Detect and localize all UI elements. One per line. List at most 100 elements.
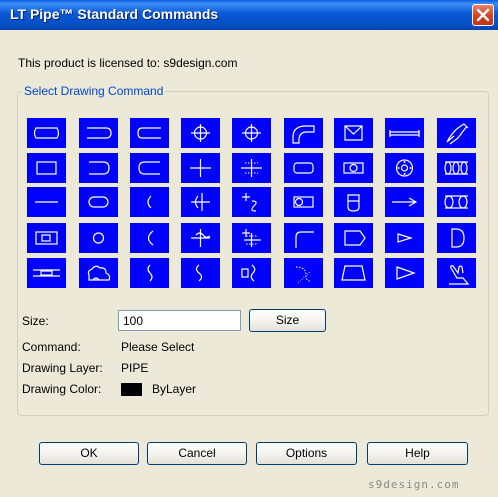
arc-large-icon — [147, 230, 154, 246]
command-button[interactable] — [385, 153, 424, 183]
half-circle-box-icon — [347, 194, 360, 212]
command-button[interactable] — [181, 223, 220, 253]
dialog-window: LT Pipe™ Standard Commands This product … — [0, 0, 498, 497]
command-button[interactable] — [437, 187, 476, 217]
drawing-color-label: Drawing Color: — [22, 382, 102, 396]
slot-icon — [88, 196, 109, 208]
pointer-arrow-icon — [396, 266, 416, 280]
command-button[interactable] — [79, 258, 118, 288]
command-button[interactable] — [79, 223, 118, 253]
multi-ring-icon — [444, 161, 468, 175]
command-button[interactable] — [79, 153, 118, 183]
pipe-run-icon — [389, 130, 420, 137]
command-button[interactable] — [27, 258, 66, 288]
drawing-color-value: ByLayer — [152, 382, 197, 396]
command-button[interactable] — [334, 118, 373, 148]
command-button[interactable] — [334, 258, 373, 288]
command-button[interactable] — [437, 118, 476, 148]
trapezoid-icon — [341, 265, 366, 281]
drawing-layer-label: Drawing Layer: — [22, 361, 103, 375]
rounded-rect-icon — [293, 162, 314, 174]
command-button[interactable] — [284, 223, 323, 253]
command-button[interactable] — [79, 118, 118, 148]
elbow-90-icon — [292, 125, 315, 144]
crosshair-circle-icon — [191, 124, 210, 142]
command-button[interactable] — [385, 258, 424, 288]
command-button[interactable] — [232, 187, 271, 217]
pipe-cap-icon — [87, 127, 112, 139]
command-button[interactable] — [181, 187, 220, 217]
help-button[interactable]: Help — [367, 442, 468, 465]
title-bar[interactable]: LT Pipe™ Standard Commands — [0, 0, 498, 30]
license-text: This product is licensed to: s9design.co… — [18, 56, 238, 70]
rectangle-icon — [36, 161, 57, 175]
small-arrow-icon — [397, 233, 414, 243]
close-icon — [476, 8, 490, 22]
double-ring-icon — [444, 195, 468, 209]
options-button[interactable]: Options — [256, 442, 357, 465]
pipe-with-ring-icon — [293, 196, 314, 208]
command-button[interactable] — [181, 118, 220, 148]
watermark: s9design.com — [368, 478, 460, 491]
crosshair-circle-icon — [242, 124, 261, 142]
size-label: Size: — [22, 314, 49, 328]
open-end-icon — [138, 161, 160, 175]
command-button[interactable] — [232, 223, 271, 253]
command-button[interactable] — [385, 187, 424, 217]
hand-icon — [449, 265, 470, 285]
command-button[interactable] — [232, 153, 271, 183]
command-button[interactable] — [130, 118, 169, 148]
command-button[interactable] — [130, 258, 169, 288]
squiggle-box-icon — [241, 264, 256, 282]
command-button[interactable] — [27, 153, 66, 183]
curved-pipe-end-icon — [33, 127, 60, 139]
command-group-label: Select Drawing Command — [22, 84, 166, 98]
cross-icon — [190, 159, 211, 177]
command-button[interactable] — [284, 153, 323, 183]
color-swatch[interactable] — [121, 383, 142, 396]
command-button[interactable] — [181, 153, 220, 183]
window-title: LT Pipe™ Standard Commands — [10, 6, 219, 22]
size-input[interactable] — [118, 310, 241, 331]
command-button[interactable] — [284, 118, 323, 148]
command-button[interactable] — [181, 258, 220, 288]
cancel-button[interactable]: Cancel — [147, 442, 247, 465]
flange-circle-icon — [395, 159, 414, 177]
command-button[interactable] — [79, 187, 118, 217]
command-button[interactable] — [334, 223, 373, 253]
cross-wave-icon — [191, 229, 211, 247]
command-button[interactable] — [27, 118, 66, 148]
ok-button[interactable]: OK — [39, 442, 139, 465]
circle-icon — [92, 232, 105, 244]
close-button[interactable] — [472, 4, 494, 26]
arrow-right-icon — [392, 197, 418, 207]
size-button[interactable]: Size — [249, 309, 326, 332]
command-button[interactable] — [130, 223, 169, 253]
dashed-box-icon — [33, 269, 60, 277]
fillet-corner-icon — [295, 231, 314, 248]
command-button[interactable] — [27, 223, 66, 253]
command-button[interactable] — [334, 187, 373, 217]
cloud-icon — [87, 265, 111, 281]
half-round-end-icon — [89, 161, 110, 175]
command-button[interactable] — [27, 187, 66, 217]
command-button[interactable] — [437, 258, 476, 288]
elbow-segmented-icon — [446, 123, 469, 145]
command-button[interactable] — [437, 223, 476, 253]
command-button[interactable] — [385, 118, 424, 148]
command-button[interactable] — [437, 153, 476, 183]
command-button[interactable] — [284, 258, 323, 288]
open-pipe-end-icon — [137, 127, 161, 139]
cross-s-curve-icon — [242, 193, 257, 212]
command-button[interactable] — [130, 187, 169, 217]
command-button[interactable] — [284, 187, 323, 217]
command-button[interactable] — [232, 258, 271, 288]
command-button[interactable] — [334, 153, 373, 183]
wave-vertical-icon — [147, 264, 153, 282]
box-in-box-icon — [35, 231, 58, 245]
command-button[interactable] — [232, 118, 271, 148]
drawing-layer-value: PIPE — [121, 361, 149, 375]
command-button[interactable] — [385, 223, 424, 253]
command-button[interactable] — [130, 153, 169, 183]
s-curve-icon — [195, 264, 203, 282]
